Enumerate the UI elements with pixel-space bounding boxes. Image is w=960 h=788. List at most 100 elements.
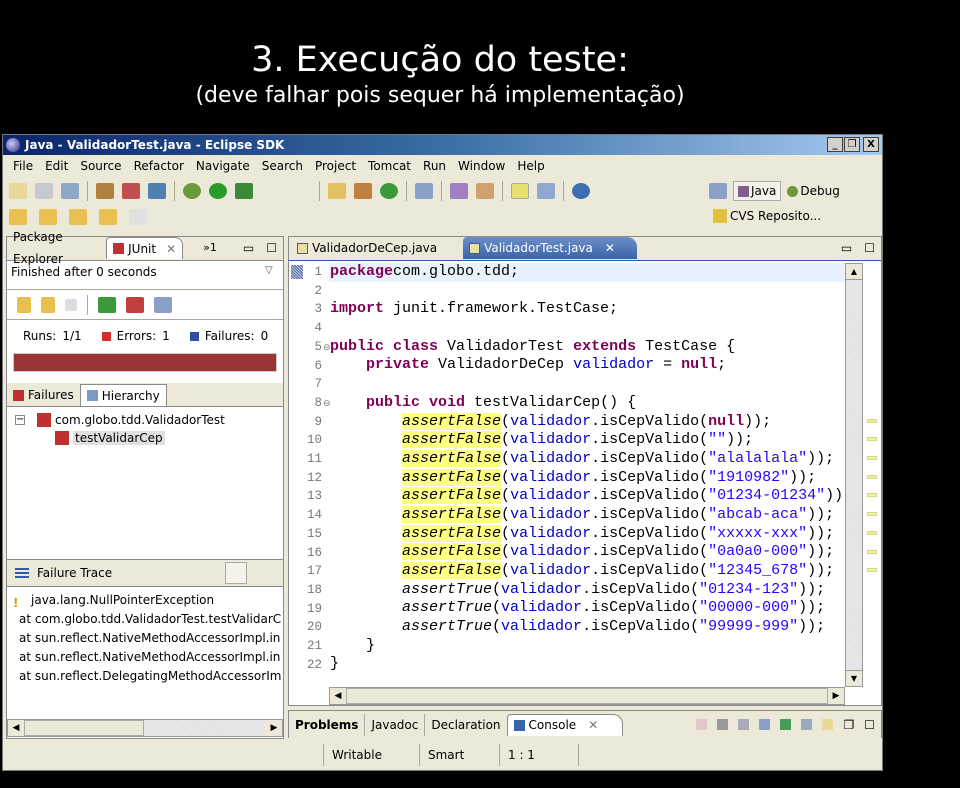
trace-line[interactable]: at com.globo.tdd.ValidadorTest.testValid… bbox=[13, 610, 281, 629]
rerun-icon[interactable] bbox=[98, 297, 116, 313]
occurrence-marker[interactable] bbox=[867, 418, 877, 423]
new-package-icon[interactable] bbox=[354, 183, 372, 199]
mark-occurrences-icon[interactable] bbox=[511, 183, 529, 199]
scroll-left-icon[interactable]: ◀ bbox=[8, 720, 24, 736]
occurrence-marker[interactable] bbox=[867, 530, 877, 535]
tree-test[interactable]: testValidarCep bbox=[55, 429, 225, 447]
tab-console[interactable]: Console ✕ bbox=[506, 713, 624, 736]
menu-source[interactable]: Source bbox=[74, 156, 127, 176]
code-line[interactable]: private ValidadorDeCep validador = null; bbox=[330, 356, 852, 375]
scroll-thumb[interactable] bbox=[24, 720, 144, 736]
fold-icon[interactable]: ⊖ bbox=[323, 343, 331, 353]
code-line[interactable]: assertFalse(validador.isCepValido("")); bbox=[330, 431, 852, 450]
compare-icon[interactable] bbox=[255, 562, 277, 584]
external-tools-icon[interactable] bbox=[235, 183, 253, 199]
open-project-icon[interactable] bbox=[450, 183, 468, 199]
menu-tomcat[interactable]: Tomcat bbox=[362, 156, 417, 176]
code-line[interactable]: assertTrue(validador.isCepValido("00000-… bbox=[330, 599, 852, 618]
search-icon[interactable] bbox=[476, 183, 494, 199]
menu-help[interactable]: Help bbox=[511, 156, 550, 176]
tab-failures[interactable]: Failures bbox=[7, 384, 80, 406]
occurrence-marker[interactable] bbox=[867, 549, 877, 554]
occurrence-marker[interactable] bbox=[867, 512, 877, 517]
scroll-right-icon[interactable]: ▶ bbox=[266, 720, 282, 736]
show-source-icon[interactable] bbox=[537, 183, 555, 199]
editor-horizontal-scrollbar[interactable]: ◀ ▶ bbox=[329, 687, 845, 705]
code-line[interactable]: assertFalse(validador.isCepValido("01234… bbox=[330, 487, 852, 506]
remove-launches-icon[interactable] bbox=[717, 719, 729, 730]
close-tab-icon[interactable]: ✕ bbox=[166, 238, 176, 260]
menu-run[interactable]: Run bbox=[417, 156, 452, 176]
scroll-right-icon[interactable]: ▶ bbox=[828, 688, 844, 704]
terminate-icon[interactable] bbox=[696, 719, 708, 730]
new-java-project-icon[interactable] bbox=[328, 183, 346, 199]
view-menu-icon[interactable]: ▽ bbox=[265, 265, 273, 276]
code-line[interactable] bbox=[330, 319, 852, 338]
code-line[interactable]: } bbox=[330, 655, 852, 674]
code-line[interactable]: assertFalse(validador.isCepValido("alala… bbox=[330, 449, 852, 469]
tomcat-restart-icon[interactable] bbox=[148, 183, 166, 199]
scroll-up-icon[interactable]: ▲ bbox=[846, 264, 862, 280]
minimize-button[interactable]: _ bbox=[827, 137, 843, 152]
perspective-cvs[interactable]: CVS Reposito... bbox=[713, 209, 821, 223]
last-edit-icon[interactable] bbox=[69, 209, 87, 225]
scroll-down-icon[interactable]: ▼ bbox=[846, 670, 862, 686]
pin-console-icon[interactable] bbox=[780, 719, 792, 730]
tab-package-explorer[interactable]: Package Explorer bbox=[7, 230, 106, 266]
fold-icon[interactable]: ⊖ bbox=[323, 399, 331, 409]
next-annotation-icon[interactable] bbox=[9, 209, 27, 225]
code-line[interactable] bbox=[330, 282, 852, 301]
code-line[interactable]: assertFalse(validador.isCepValido("0a0a0… bbox=[330, 543, 852, 562]
stop-icon[interactable] bbox=[65, 299, 77, 311]
menu-project[interactable]: Project bbox=[309, 156, 362, 176]
occurrence-marker[interactable] bbox=[867, 456, 877, 460]
save-icon[interactable] bbox=[35, 183, 53, 199]
collapse-icon[interactable]: − bbox=[15, 415, 25, 425]
scroll-thumb[interactable] bbox=[346, 688, 828, 704]
restore-view-icon[interactable]: ❐ bbox=[843, 718, 854, 732]
open-console-icon[interactable] bbox=[822, 719, 834, 730]
code-line[interactable]: import junit.framework.TestCase; bbox=[330, 300, 852, 319]
code-line[interactable]: assertFalse(validador.isCepValido("xxxxx… bbox=[330, 524, 852, 544]
scroll-lock-icon[interactable] bbox=[154, 297, 172, 313]
print-icon[interactable] bbox=[61, 183, 79, 199]
menu-navigate[interactable]: Navigate bbox=[190, 156, 256, 176]
new-icon[interactable] bbox=[9, 183, 27, 199]
code-line[interactable]: assertFalse(validador.isCepValido("12345… bbox=[330, 562, 852, 581]
tab-problems[interactable]: Problems bbox=[289, 713, 366, 736]
trace-line[interactable]: ! java.lang.NullPointerException bbox=[13, 591, 281, 610]
trace-line[interactable]: at sun.reflect.NativeMethodAccessorImpl.… bbox=[13, 629, 281, 648]
perspective-java[interactable]: Java bbox=[733, 181, 782, 201]
close-tab-icon[interactable]: ✕ bbox=[605, 237, 615, 259]
open-type-icon[interactable] bbox=[415, 183, 433, 199]
scroll-lock-icon[interactable] bbox=[759, 719, 771, 730]
tab-validadortest[interactable]: ValidadorTest.java ✕ bbox=[463, 237, 637, 259]
forward-icon[interactable] bbox=[129, 209, 147, 225]
trace-horizontal-scrollbar[interactable]: ◀ ▶ bbox=[7, 719, 283, 737]
menu-window[interactable]: Window bbox=[452, 156, 511, 176]
perspective-debug[interactable]: Debug bbox=[787, 184, 840, 198]
menu-search[interactable]: Search bbox=[256, 156, 309, 176]
run-icon[interactable] bbox=[209, 183, 227, 199]
code-line[interactable]: } bbox=[330, 637, 852, 656]
open-perspective-icon[interactable] bbox=[709, 183, 727, 199]
display-console-icon[interactable] bbox=[801, 719, 813, 730]
tab-overflow[interactable]: »1 bbox=[197, 237, 223, 259]
tab-junit[interactable]: JUnit ✕ bbox=[106, 237, 184, 260]
menu-edit[interactable]: Edit bbox=[39, 156, 74, 176]
maximize-editor-icon[interactable]: ☐ bbox=[858, 237, 881, 259]
tomcat-start-icon[interactable] bbox=[96, 183, 114, 199]
minimize-view-icon[interactable]: ▭ bbox=[237, 237, 260, 259]
globe-icon[interactable] bbox=[572, 183, 590, 199]
menu-file[interactable]: File bbox=[7, 156, 39, 176]
occurrence-marker[interactable] bbox=[867, 568, 877, 573]
tomcat-stop-icon[interactable] bbox=[122, 183, 140, 199]
back-icon[interactable] bbox=[99, 209, 117, 225]
code-line[interactable]: assertTrue(validador.isCepValido("99999-… bbox=[330, 618, 852, 637]
code-line[interactable]: assertTrue(validador.isCepValido("01234-… bbox=[330, 581, 852, 600]
code-area[interactable]: packagecom.globo.tdd; import junit.framew… bbox=[330, 263, 852, 674]
close-button[interactable]: X bbox=[863, 137, 879, 152]
code-line[interactable]: public void testValidarCep() { bbox=[330, 394, 852, 413]
previous-annotation-icon[interactable] bbox=[39, 209, 57, 225]
code-line[interactable]: assertFalse(validador.isCepValido("19109… bbox=[330, 468, 852, 488]
